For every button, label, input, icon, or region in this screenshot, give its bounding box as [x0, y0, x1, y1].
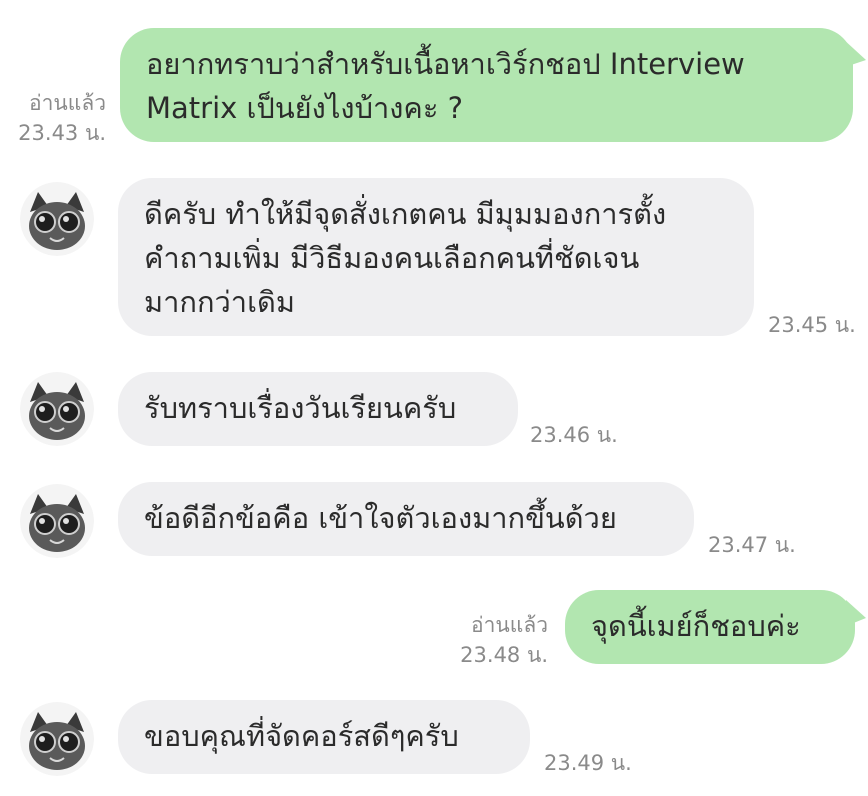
message-timestamp: 23.48 น.	[460, 643, 548, 667]
sender-avatar[interactable]	[20, 372, 94, 446]
bubble-tail	[846, 600, 866, 626]
message-timestamp: 23.46 น.	[530, 423, 618, 447]
message-timestamp: 23.45 น.	[768, 313, 856, 337]
message-timestamp: 23.47 น.	[708, 533, 796, 557]
outgoing-message-bubble[interactable]: อยากทราบว่าสำหรับเนื้อหาเวิร์กชอป Interv…	[120, 28, 853, 142]
message-timestamp: 23.43 น.	[18, 121, 106, 145]
cat-with-goggles-avatar-icon	[20, 484, 94, 558]
sender-avatar[interactable]	[20, 484, 94, 558]
incoming-message-bubble[interactable]: รับทราบเรื่องวันเรียนครับ	[118, 372, 518, 446]
outgoing-message-bubble[interactable]: จุดนี้เมย์ก็ชอบค่ะ	[565, 590, 855, 664]
message-timestamp: 23.49 น.	[544, 751, 632, 775]
cat-with-goggles-avatar-icon	[20, 372, 94, 446]
incoming-message-bubble[interactable]: ขอบคุณที่จัดคอร์สดีๆครับ	[118, 700, 530, 774]
sender-avatar[interactable]	[20, 182, 94, 256]
read-receipt: อ่านแล้ว	[29, 91, 106, 115]
cat-with-goggles-avatar-icon	[20, 702, 94, 776]
incoming-message-bubble[interactable]: ดีครับ ทำให้มีจุดสั่งเกตคน มีมุมมองการตั…	[118, 178, 754, 336]
cat-with-goggles-avatar-icon	[20, 182, 94, 256]
sender-avatar[interactable]	[20, 702, 94, 776]
read-receipt: อ่านแล้ว	[471, 613, 548, 637]
incoming-message-bubble[interactable]: ข้อดีอีกข้อคือ เข้าใจตัวเองมากขึ้นด้วย	[118, 482, 694, 556]
bubble-tail	[842, 38, 866, 68]
